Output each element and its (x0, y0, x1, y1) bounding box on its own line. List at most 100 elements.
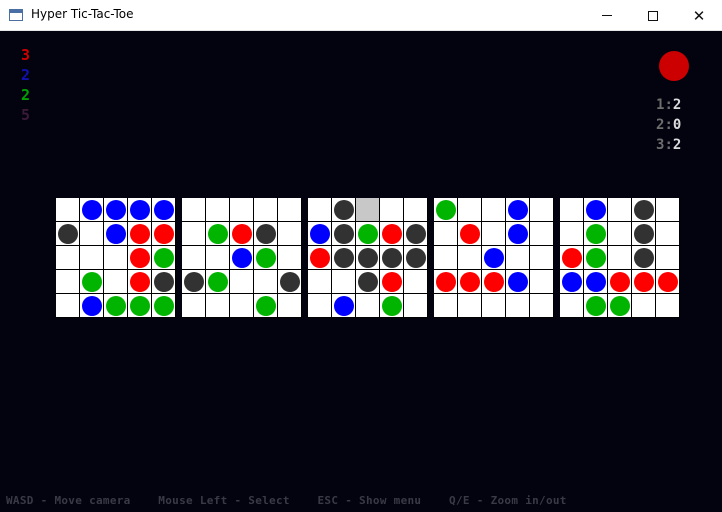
board-cell[interactable] (182, 246, 206, 270)
board-cell[interactable] (560, 294, 584, 318)
board-cell[interactable] (530, 294, 554, 318)
board-cell-highlighted[interactable] (356, 198, 380, 222)
board-cell[interactable] (506, 246, 530, 270)
board-cell[interactable] (356, 222, 380, 246)
board-cell[interactable] (560, 246, 584, 270)
board-cell[interactable] (458, 198, 482, 222)
board-cell[interactable] (404, 246, 428, 270)
board-cell[interactable] (56, 270, 80, 294)
board-cell[interactable] (230, 294, 254, 318)
board-cell[interactable] (434, 198, 458, 222)
board-cell[interactable] (332, 294, 356, 318)
board-cell[interactable] (608, 246, 632, 270)
board-cell[interactable] (80, 246, 104, 270)
board-cell[interactable] (308, 294, 332, 318)
board-cell[interactable] (80, 270, 104, 294)
board-cell[interactable] (530, 198, 554, 222)
board-cell[interactable] (230, 198, 254, 222)
board-cell[interactable] (506, 294, 530, 318)
board-cell[interactable] (458, 246, 482, 270)
board-cell[interactable] (182, 270, 206, 294)
board-cell[interactable] (278, 270, 302, 294)
board-cell[interactable] (254, 246, 278, 270)
board-cell[interactable] (380, 222, 404, 246)
board-cell[interactable] (128, 198, 152, 222)
board-cell[interactable] (104, 270, 128, 294)
board-cell[interactable] (230, 270, 254, 294)
board-cell[interactable] (332, 222, 356, 246)
board-cell[interactable] (506, 222, 530, 246)
board-cell[interactable] (506, 270, 530, 294)
board-cell[interactable] (656, 222, 680, 246)
board-cell[interactable] (404, 270, 428, 294)
board-cell[interactable] (584, 198, 608, 222)
board-cell[interactable] (152, 222, 176, 246)
board-cell[interactable] (560, 270, 584, 294)
board-cell[interactable] (608, 270, 632, 294)
maximize-button[interactable] (630, 0, 676, 31)
board-cell[interactable] (230, 222, 254, 246)
board-cell[interactable] (152, 270, 176, 294)
minimize-button[interactable] (584, 0, 630, 31)
board-cell[interactable] (182, 222, 206, 246)
board-cell[interactable] (206, 222, 230, 246)
board-cell[interactable] (56, 294, 80, 318)
board-cell[interactable] (380, 198, 404, 222)
board-cell[interactable] (584, 222, 608, 246)
board-cell[interactable] (308, 222, 332, 246)
board-cell[interactable] (56, 198, 80, 222)
board-cell[interactable] (632, 294, 656, 318)
title-bar[interactable]: Hyper Tic-Tac-Toe ✕ (0, 0, 722, 31)
board-cell[interactable] (80, 222, 104, 246)
board-cell[interactable] (104, 294, 128, 318)
board-cell[interactable] (608, 198, 632, 222)
board-cell[interactable] (530, 270, 554, 294)
board-cell[interactable] (560, 198, 584, 222)
board-cell[interactable] (332, 246, 356, 270)
board-cell[interactable] (152, 294, 176, 318)
board-cell[interactable] (530, 246, 554, 270)
board-cell[interactable] (380, 270, 404, 294)
board-cell[interactable] (278, 246, 302, 270)
board-cell[interactable] (356, 246, 380, 270)
board-cell[interactable] (656, 246, 680, 270)
board-cell[interactable] (254, 222, 278, 246)
board-cell[interactable] (80, 294, 104, 318)
board-cell[interactable] (482, 246, 506, 270)
board-cell[interactable] (482, 294, 506, 318)
board-cell[interactable] (278, 198, 302, 222)
board-cell[interactable] (632, 246, 656, 270)
board-cell[interactable] (206, 294, 230, 318)
board-cell[interactable] (584, 270, 608, 294)
board-cell[interactable] (104, 246, 128, 270)
board-cell[interactable] (332, 270, 356, 294)
close-button[interactable]: ✕ (676, 0, 722, 31)
board-cell[interactable] (152, 246, 176, 270)
board-cell[interactable] (56, 222, 80, 246)
board-cell[interactable] (128, 294, 152, 318)
board-cell[interactable] (560, 222, 584, 246)
board-cell[interactable] (182, 294, 206, 318)
board-cell[interactable] (356, 294, 380, 318)
board-cell[interactable] (104, 222, 128, 246)
board-cell[interactable] (332, 198, 356, 222)
board-cell[interactable] (632, 222, 656, 246)
board-cell[interactable] (482, 222, 506, 246)
board-cell[interactable] (104, 198, 128, 222)
board-cell[interactable] (128, 246, 152, 270)
board-cell[interactable] (254, 270, 278, 294)
board-cell[interactable] (308, 198, 332, 222)
board-cell[interactable] (506, 198, 530, 222)
board-cell[interactable] (404, 294, 428, 318)
board-cell[interactable] (230, 246, 254, 270)
board-cell[interactable] (656, 198, 680, 222)
board-cell[interactable] (632, 198, 656, 222)
board-cell[interactable] (56, 246, 80, 270)
board-cell[interactable] (80, 198, 104, 222)
board-cell[interactable] (206, 198, 230, 222)
board-cell[interactable] (152, 198, 176, 222)
board-cell[interactable] (278, 222, 302, 246)
board-cell[interactable] (356, 270, 380, 294)
board-cell[interactable] (608, 294, 632, 318)
board-cell[interactable] (308, 270, 332, 294)
